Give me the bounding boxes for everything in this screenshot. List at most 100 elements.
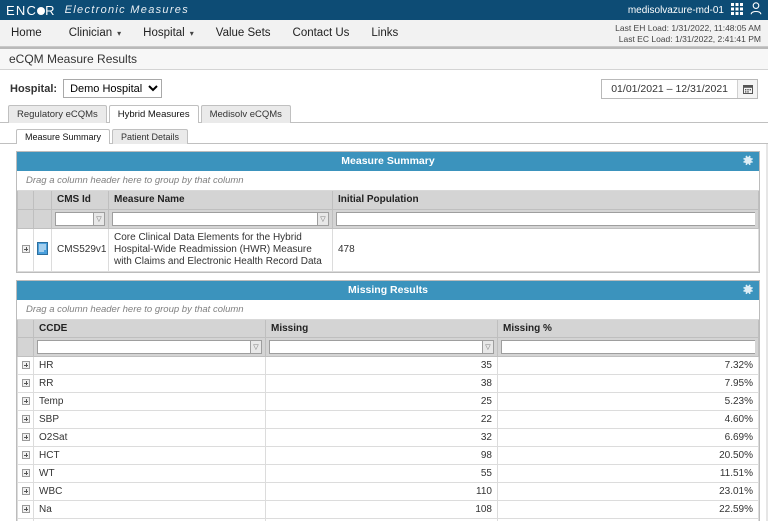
row-expand-cell[interactable] [18,228,34,271]
row-expand-cell[interactable] [18,357,34,375]
measure-summary-table: CMS Id Measure Name Initial Population ▽ [17,191,759,272]
expand-plus-icon[interactable] [22,361,30,369]
brand-bar: ENCR Electronic Measures medisolvazure-m… [0,0,768,20]
filter-menu-icon[interactable]: ▽ [317,212,329,226]
cell-missing-pct: 22.59% [498,501,759,519]
expand-plus-icon[interactable] [22,433,30,441]
table-row[interactable]: WBC11023.01% [18,483,759,501]
cell-missing: 35 [266,357,498,375]
expand-plus-icon[interactable] [22,397,30,405]
date-range-value[interactable]: 01/01/2021 – 12/31/2021 [602,80,737,98]
cell-ccde: SBP [34,411,266,429]
table-row[interactable]: SBP224.60% [18,411,759,429]
table-row[interactable]: Temp255.23% [18,393,759,411]
cell-missing-pct: 6.69% [498,429,759,447]
gear-icon[interactable] [741,154,754,174]
main-navigation: Home Clinician ▾ Hospital ▾ Value Sets C… [0,20,768,47]
row-expand-cell[interactable] [18,375,34,393]
column-header-measure-name[interactable]: Measure Name [109,191,333,209]
nav-item-home[interactable]: Home [0,20,58,46]
filter-menu-icon[interactable]: ▽ [250,340,262,354]
cell-missing: 25 [266,393,498,411]
filter-input-cms-id[interactable] [55,212,93,226]
missing-results-group-hint[interactable]: Drag a column header here to group by th… [17,300,759,320]
table-row[interactable]: HR357.32% [18,357,759,375]
table-row[interactable]: HCT9820.50% [18,447,759,465]
row-expand-cell[interactable] [18,465,34,483]
table-row[interactable]: CMS529v1 Core Clinical Data Elements for… [18,228,759,271]
filter-input-measure-name[interactable] [112,212,317,226]
logo-text-pre: ENC [6,3,37,18]
cell-missing-pct: 5.23% [498,393,759,411]
tab-medisolv-ecqms[interactable]: Medisolv eCQMs [201,105,291,123]
cell-ccde: HCT [34,447,266,465]
logo-dot-icon [37,7,45,15]
filter-input-ccde[interactable] [37,340,250,354]
tab-patient-details[interactable]: Patient Details [112,129,188,144]
column-header-cms-id[interactable]: CMS Id [52,191,109,209]
cell-missing: 38 [266,375,498,393]
header-expand-spacer [18,191,34,209]
cell-ccde: HR [34,357,266,375]
user-icon[interactable] [750,2,762,18]
row-expand-cell[interactable] [18,429,34,447]
cell-missing: 55 [266,465,498,483]
column-header-initial-population[interactable]: Initial Population [333,191,759,209]
missing-results-table: CCDE Missing Missing % ▽ [17,320,759,521]
measure-summary-title: Measure Summary [341,155,434,167]
expand-plus-icon[interactable] [22,415,30,423]
missing-results-title-bar: Missing Results [17,281,759,300]
chevron-down-icon: ▾ [190,29,194,38]
column-header-missing-pct[interactable]: Missing % [498,320,759,338]
tab-regulatory-ecqms[interactable]: Regulatory eCQMs [8,105,107,123]
apps-grid-icon[interactable] [731,3,743,18]
filter-input-initial-population[interactable] [336,212,755,226]
expand-plus-icon[interactable] [22,505,30,513]
nav-item-clinician[interactable]: Clinician ▾ [58,20,132,46]
nav-item-contact-us[interactable]: Contact Us [282,20,361,46]
nav-item-links[interactable]: Links [360,20,409,46]
missing-results-body: HR357.32%RR387.95%Temp255.23%SBP224.60%O… [18,357,759,521]
column-header-ccde[interactable]: CCDE [34,320,266,338]
cell-missing: 32 [266,429,498,447]
table-row[interactable]: O2Sat326.69% [18,429,759,447]
nav-item-hospital[interactable]: Hospital ▾ [132,20,205,46]
cell-missing-pct: 23.01% [498,483,759,501]
expand-plus-icon[interactable] [22,469,30,477]
expand-plus-icon[interactable] [22,451,30,459]
cell-cms-id: CMS529v1 [52,228,109,271]
filter-input-missing-pct[interactable] [501,340,755,354]
row-expand-cell[interactable] [18,447,34,465]
filter-icon-spacer [34,209,52,228]
cell-ccde: RR [34,375,266,393]
app-logo: ENCR [6,3,56,18]
filter-input-missing[interactable] [269,340,482,354]
row-expand-cell[interactable] [18,411,34,429]
expand-plus-icon[interactable] [22,245,30,253]
filter-cell-initial-population [333,209,759,228]
filter-menu-icon[interactable]: ▽ [93,212,105,226]
cell-ccde: WBC [34,483,266,501]
row-expand-cell[interactable] [18,393,34,411]
calendar-icon[interactable] [737,80,757,98]
row-expand-cell[interactable] [18,501,34,519]
nav-item-value-sets[interactable]: Value Sets [205,20,282,46]
table-row[interactable]: WT5511.51% [18,465,759,483]
gear-icon[interactable] [741,283,754,303]
date-range-picker[interactable]: 01/01/2021 – 12/31/2021 [601,79,758,99]
expand-plus-icon[interactable] [22,379,30,387]
expand-plus-icon[interactable] [22,487,30,495]
measure-summary-group-hint[interactable]: Drag a column header here to group by th… [17,171,759,191]
cell-ccde: WT [34,465,266,483]
header-icon-spacer [34,191,52,209]
hospital-select[interactable]: Demo Hospital [63,79,162,98]
table-header-row: CMS Id Measure Name Initial Population [18,191,759,209]
table-row[interactable]: Na10822.59% [18,501,759,519]
column-header-missing[interactable]: Missing [266,320,498,338]
filter-menu-icon[interactable]: ▽ [482,340,494,354]
tab-hybrid-measures[interactable]: Hybrid Measures [109,105,199,123]
table-row[interactable]: RR387.95% [18,375,759,393]
tab-measure-summary[interactable]: Measure Summary [16,129,110,144]
row-document-cell[interactable] [34,228,52,271]
row-expand-cell[interactable] [18,483,34,501]
